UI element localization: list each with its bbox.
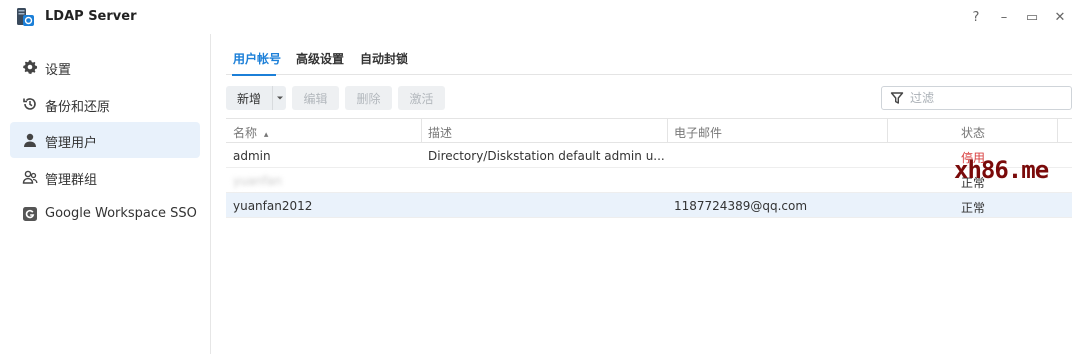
sidebar-item-label: 管理用户 [45, 136, 98, 151]
cell-name: yuanfan [233, 174, 282, 188]
create-dropdown-button[interactable] [272, 86, 286, 110]
maximize-button[interactable]: ▭ [1024, 9, 1040, 25]
column-header-description[interactable]: 描述 [428, 124, 452, 141]
table-header: 名称 ▴ 描述 电子邮件 状态 [226, 118, 1072, 143]
users-table: 名称 ▴ 描述 电子邮件 状态 admin Directory/Diskstat… [226, 118, 1072, 218]
sidebar-item-label: Google Workspace SSO [45, 206, 197, 221]
gear-icon [23, 60, 38, 75]
column-divider[interactable] [1057, 119, 1058, 143]
minimize-button[interactable]: – [996, 9, 1012, 25]
column-header-email[interactable]: 电子邮件 [674, 124, 722, 141]
filter-box [881, 86, 1072, 110]
sort-ascending-icon: ▴ [263, 130, 269, 140]
column-header-status[interactable]: 状态 [961, 124, 985, 141]
window-title: LDAP Server [45, 9, 137, 24]
sidebar-item-manage-users[interactable]: 管理用户 [10, 122, 200, 158]
sidebar-item-label: 管理群组 [45, 173, 98, 188]
help-button[interactable]: ? [968, 9, 984, 25]
ldap-server-window: LDAP Server ? – ▭ ✕ 设置 备份和还原 管理用户 管理群组 G… [0, 0, 1080, 354]
user-icon [24, 133, 36, 147]
filter-icon [890, 92, 904, 104]
tab-user-accounts[interactable]: 用户帐号 [233, 50, 281, 67]
delete-button[interactable]: 删除 [345, 86, 392, 110]
column-divider[interactable] [667, 119, 668, 143]
create-button[interactable]: 新增 [226, 86, 272, 110]
table-row[interactable]: yuanfan2012 1187724389@qq.com 正常 [226, 193, 1072, 218]
cell-status: 正常 [961, 201, 986, 215]
active-tab-indicator [232, 74, 276, 76]
tab-auto-block[interactable]: 自动封锁 [360, 50, 408, 67]
watermark: xh86.me [954, 156, 1049, 184]
sidebar-item-backup-restore[interactable]: 备份和还原 [10, 86, 200, 122]
close-button[interactable]: ✕ [1052, 9, 1068, 25]
title-bar: LDAP Server ? – ▭ ✕ [0, 0, 1080, 34]
cell-email: 1187724389@qq.com [674, 199, 808, 213]
cell-name: admin [233, 149, 271, 163]
column-header-name[interactable]: 名称 ▴ [233, 124, 268, 141]
cell-name: yuanfan2012 [233, 199, 313, 213]
column-header-label: 名称 [233, 126, 258, 140]
sidebar-item-settings[interactable]: 设置 [10, 49, 200, 85]
caret-down-icon [276, 96, 283, 100]
cell-description: Directory/Diskstation default admin u... [428, 149, 665, 163]
tab-bar: 用户帐号 高级设置 自动封锁 [226, 34, 1072, 76]
sidebar-item-label: 备份和还原 [45, 100, 111, 115]
sidebar: 设置 备份和还原 管理用户 管理群组 Google Workspace SSO [0, 34, 211, 354]
edit-button[interactable]: 编辑 [292, 86, 339, 110]
ldap-app-icon [17, 8, 34, 26]
table-row[interactable]: yuanfan 正常 [226, 168, 1072, 193]
google-g-icon [23, 207, 37, 221]
filter-input[interactable] [910, 89, 1065, 107]
column-divider[interactable] [887, 119, 888, 143]
sidebar-item-manage-groups[interactable]: 管理群组 [10, 159, 200, 195]
column-divider[interactable] [421, 119, 422, 143]
history-icon [23, 98, 36, 110]
sidebar-item-google-workspace-sso[interactable]: Google Workspace SSO [10, 196, 200, 232]
activate-button[interactable]: 激活 [398, 86, 445, 110]
sidebar-item-label: 设置 [45, 63, 72, 78]
tab-advanced-settings[interactable]: 高级设置 [296, 50, 344, 67]
group-icon [22, 170, 38, 184]
table-row[interactable]: admin Directory/Diskstation default admi… [226, 143, 1072, 168]
